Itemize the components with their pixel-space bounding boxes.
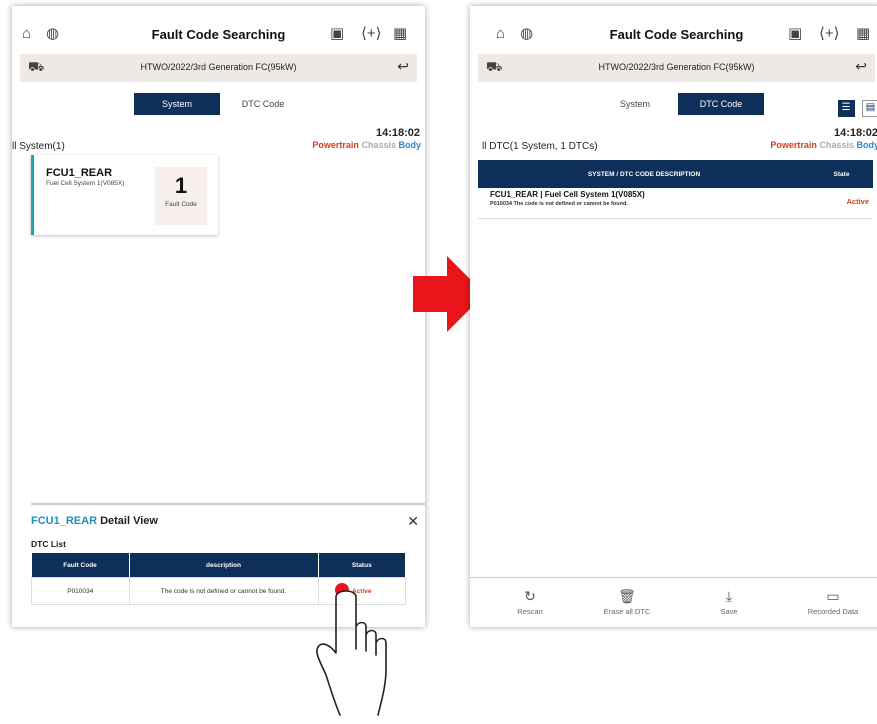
folder-icon: ▭ [826,588,840,604]
back-icon[interactable]: ↩ [855,58,867,75]
cell-fault-code: P010034 [31,577,130,605]
recorded-data-button[interactable]: ▭ Recorded Data [788,578,877,616]
erase-all-dtc-button[interactable]: 🗑 Erase all DTC [582,578,672,616]
vehicle-name: HTWO/2022/3rd Generation FC(95kW) [598,62,755,72]
back-icon[interactable]: ↩ [397,58,409,75]
tab-dtc-code[interactable]: DTC Code [220,93,306,115]
fault-count-box: 1 Fault Code [155,167,207,225]
expand-icon[interactable]: ⟨+⟩ [819,25,839,43]
card-system-name: FCU1_REAR [46,167,113,179]
col-state: State [810,160,873,188]
row-state: Active [846,197,869,206]
vci-icon[interactable]: ▣ [788,25,802,43]
left-screen: ⌂ ◍ Fault Code Searching ▣ ⟨+⟩ ▦ ⛟ HTWO/… [12,6,425,627]
download-icon: ⤓ [725,588,733,604]
save-label: Save [720,607,738,616]
fault-count: 1 [174,173,188,198]
filter-body[interactable]: Body [857,140,877,150]
tab-system[interactable]: System [134,93,220,115]
col-system-dtc: SYSTEM / DTC CODE DESCRIPTION [478,160,810,188]
dtc-summary: ll DTC(1 System, 1 DTCs) [482,141,598,152]
clock: 14:18:02 [833,127,877,139]
grid-icon[interactable]: ▦ [856,25,870,43]
right-screen: ⌂ ◍ Fault Code Searching ▣ ⟨+⟩ ▦ ⛟ HTWO/… [470,6,877,627]
vci-icon[interactable]: ▣ [330,25,344,43]
fault-count-label: Fault Code [165,201,197,208]
col-description: description [129,553,319,578]
grid-icon[interactable]: ▦ [393,25,407,43]
detail-title: FCU1_REAR Detail View [31,515,158,527]
cell-description: The code is not defined or cannot be fou… [128,577,319,605]
vehicle-name: HTWO/2022/3rd Generation FC(95kW) [140,62,297,72]
filter-body[interactable]: Body [399,140,422,150]
col-status: Status [318,553,406,578]
card-system-desc: Fuel Cell System 1(V085X) [46,180,125,187]
card-view-icon[interactable]: ▤ [862,100,877,117]
close-icon[interactable]: ✕ [407,513,419,530]
header: ⌂ ◍ Fault Code Searching ▣ ⟨+⟩ ▦ [12,6,425,54]
tab-system[interactable]: System [592,93,678,115]
page-title: Fault Code Searching [609,27,744,42]
rescan-button[interactable]: ↻ Rescan [485,578,575,616]
save-button[interactable]: ⤓ Save [684,578,774,616]
bottom-toolbar: ↻ Rescan 🗑 Erase all DTC ⤓ Save ▭ Record… [470,577,877,627]
list-view-icon[interactable]: ☰ [837,100,855,117]
header: ⌂ ◍ Fault Code Searching ▣ ⟨+⟩ ▦ [470,6,877,54]
detail-system-name: FCU1_REAR [31,515,98,527]
dtc-list-table: SYSTEM / DTC CODE DESCRIPTION State [478,160,873,188]
recorded-data-label: Recorded Data [807,607,859,616]
trash-icon: 🗑 [618,588,636,604]
vehicle-bar: ⛟ HTWO/2022/3rd Generation FC(95kW) ↩ [20,54,417,82]
rescan-icon: ↻ [524,588,536,604]
system-summary: ll System(1) [12,141,65,152]
rescan-label: Rescan [517,607,543,616]
system-card[interactable]: FCU1_REAR Fuel Cell System 1(V085X) 1 Fa… [31,155,218,235]
view-toggle: ☰ ▤ [835,97,877,117]
erase-all-dtc-label: Erase all DTC [603,607,651,616]
filter-group: Powertrain Chassis Body [770,140,877,150]
filter-powertrain[interactable]: Powertrain [312,140,359,150]
row-dtc-desc: P010034 The code is not defined or canno… [490,201,628,207]
row-system-name: FCU1_REAR | Fuel Cell System 1(V085X) [490,190,645,199]
hand-pointer-icon [316,583,387,716]
vehicle-bar: ⛟ HTWO/2022/3rd Generation FC(95kW) ↩ [478,54,875,82]
tab-dtc-code[interactable]: DTC Code [678,93,764,115]
dtc-list-label: DTC List [31,539,66,549]
detail-title-text: Detail View [100,515,158,527]
filter-chassis[interactable]: Chassis [361,140,396,150]
filter-group: Powertrain Chassis Body [312,140,421,150]
filter-chassis[interactable]: Chassis [819,140,854,150]
clock: 14:18:02 [375,127,420,139]
table-row[interactable]: FCU1_REAR | Fuel Cell System 1(V085X) P0… [478,186,873,219]
filter-powertrain[interactable]: Powertrain [770,140,817,150]
col-fault-code: Fault Code [31,553,130,578]
expand-icon[interactable]: ⟨+⟩ [361,25,381,43]
